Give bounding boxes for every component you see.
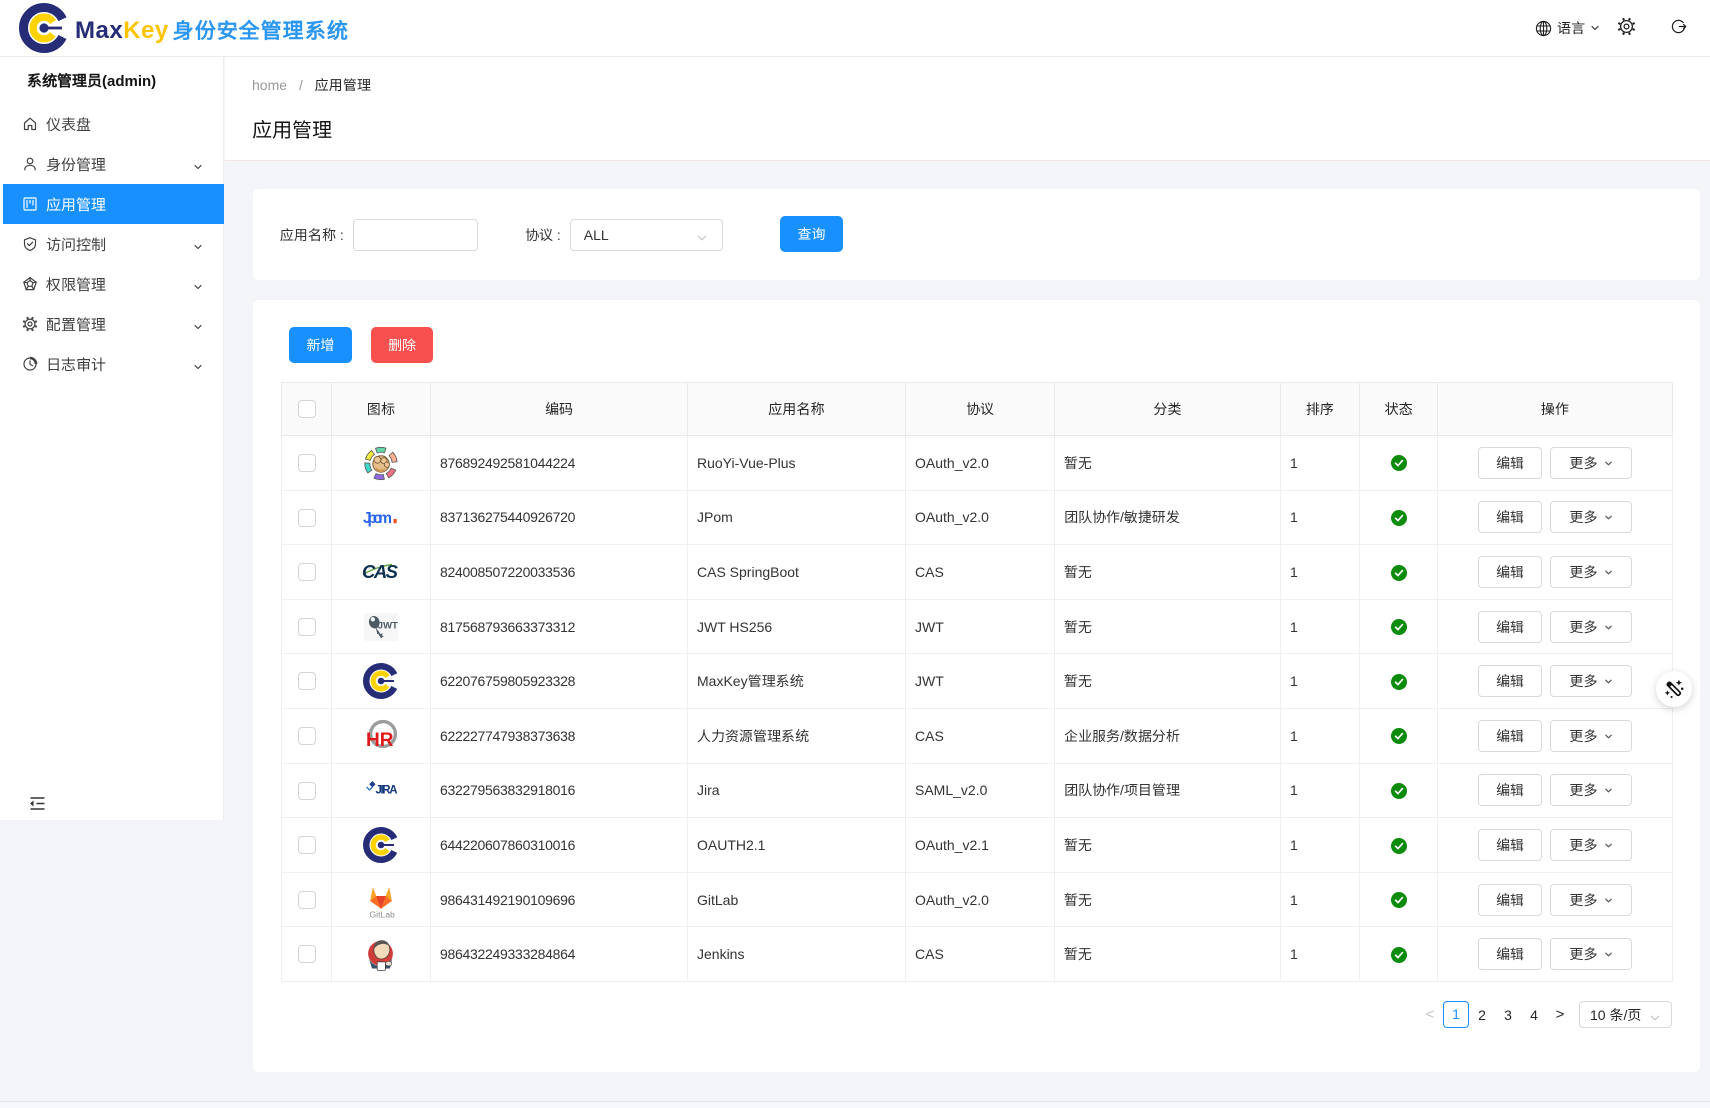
svg-text:HR: HR xyxy=(366,730,394,751)
svg-text:JIRA: JIRA xyxy=(376,785,398,797)
svg-text:Jpom: Jpom xyxy=(363,510,392,527)
svg-text:GitLab: GitLab xyxy=(370,909,396,919)
svg-text:JWT: JWT xyxy=(378,620,398,631)
svg-text:CAS: CAS xyxy=(362,561,399,582)
